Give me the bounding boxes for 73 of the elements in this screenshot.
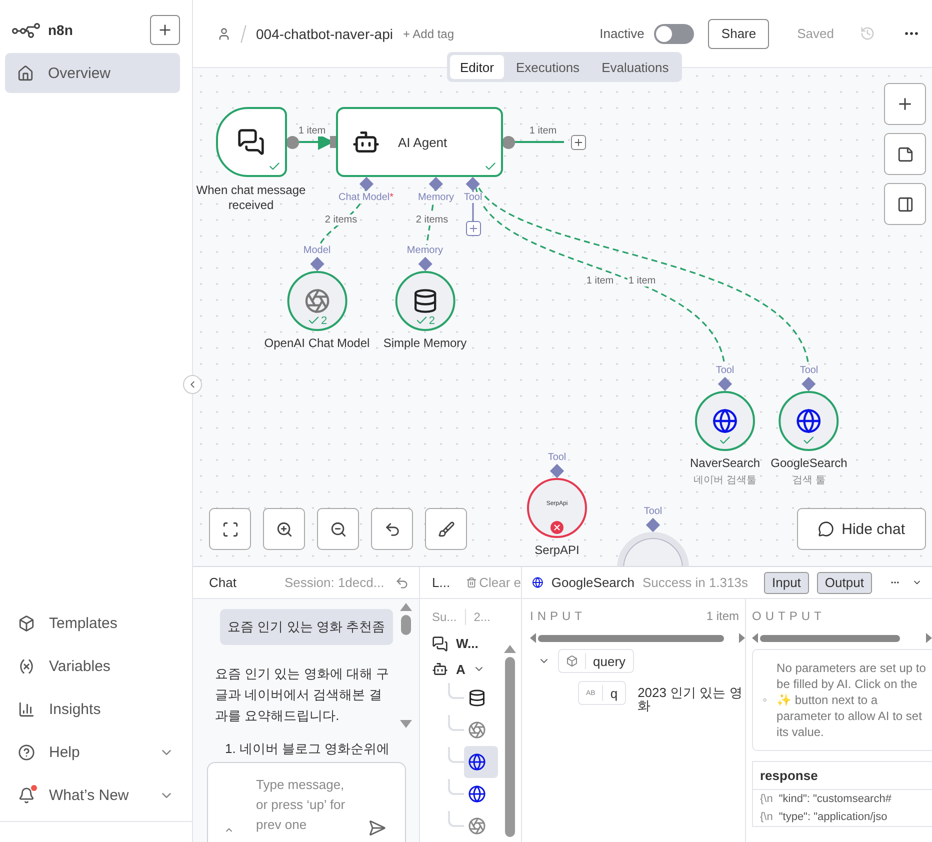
node-title: AI Agent	[398, 134, 448, 150]
nav-label: Templates	[49, 614, 118, 632]
port-label: Tool	[464, 192, 482, 203]
list-item: 1. 네이버 블로그 영화순위에	[225, 740, 391, 758]
node-label: SerpAPI	[534, 543, 580, 557]
run-count: 2	[428, 314, 436, 326]
table-cell: "kind": "customsearch#	[778, 793, 892, 805]
run-status: Success in 1.313s	[642, 575, 748, 590]
node-title: GoogleSearch	[551, 575, 634, 590]
view-tab[interactable]: Executions	[506, 55, 590, 79]
info-text: No parameters are set up to be filled by AI. Click on the ✨ button next to a parameter to allow AI to set its value.	[776, 660, 927, 740]
field-name: query	[558, 649, 634, 673]
log-entry[interactable]: A	[420, 656, 521, 682]
table-cell: "type": "application/jso	[778, 811, 888, 823]
nav-item[interactable]: Templates	[0, 603, 192, 643]
nav-item[interactable]: Insights	[0, 689, 192, 729]
add-tag-link[interactable]: + Add tag	[402, 26, 454, 40]
summary-text: 2...	[474, 610, 490, 624]
column-header: response	[753, 762, 932, 790]
port-label: Memory	[418, 192, 454, 203]
node-label: Simple Memory	[383, 336, 467, 350]
node-label: GoogleSearch	[770, 456, 848, 470]
table-cell: {\n	[760, 811, 773, 823]
node-subtitle: 검색 툴	[792, 474, 826, 487]
log-label: A	[456, 662, 466, 677]
session-label: Session: 1decd...	[284, 575, 384, 590]
panel-title: Chat	[209, 575, 236, 590]
edge-label: 1 item	[297, 126, 327, 136]
nav-label: Insights	[49, 700, 102, 718]
logo-text: n8n	[48, 22, 73, 38]
nav-label: Variables	[49, 658, 112, 674]
edge-label: 1 item	[585, 276, 615, 286]
panel-title: L...	[432, 575, 450, 590]
section-heading: INPUT	[530, 609, 586, 623]
workflow-title[interactable]: 004-chatbot-naver-api	[256, 26, 393, 42]
bot-message: 요즘 인기 있는 영화에 대해 구글과 네이버에서 검색해본 결과를 요약해드립니다.	[215, 665, 390, 725]
hide-chat-button[interactable]: Hide chat	[796, 508, 926, 550]
save-status: Saved	[797, 26, 834, 41]
nav-item[interactable]: Help	[0, 732, 192, 772]
log-entry[interactable]: W...	[420, 631, 521, 656]
status-label: Inactive	[600, 26, 644, 41]
port-label: Tool	[548, 452, 566, 464]
nav-label: What’s New	[49, 786, 130, 804]
share-button[interactable]: Share	[708, 18, 770, 48]
view-toggle[interactable]: Output	[816, 572, 872, 594]
edge-label: 1 item	[627, 276, 657, 286]
item-count: 1 item	[706, 609, 739, 623]
view-tab[interactable]: Evaluations	[592, 55, 679, 79]
view-toggle[interactable]: Input	[764, 572, 809, 594]
edge-label: 2 items	[324, 214, 358, 226]
section-heading: OUTPUT	[752, 609, 826, 623]
nav-item[interactable]: What’s New	[0, 775, 192, 815]
log-label: W...	[456, 636, 478, 652]
summary-text: Su...	[432, 610, 457, 624]
field-value: 2023 인기 있는 영화	[638, 686, 744, 712]
nav-label: Overview	[48, 64, 111, 82]
nav-item[interactable]: Variables	[0, 646, 192, 686]
nav-label: Help	[49, 744, 81, 760]
node-subtitle: 네이버 검색툴	[694, 474, 756, 487]
run-count: 2	[320, 314, 328, 326]
port-label: Memory	[406, 245, 444, 257]
edge-label: 1 item	[528, 126, 558, 136]
edge-label: 2 items	[414, 214, 450, 226]
port-label: Chat Model*	[338, 192, 394, 203]
node-label: NaverSearch	[690, 456, 760, 470]
table-cell: {\n	[760, 793, 773, 805]
user-message: 요즘 인기 있는 영화 추천좀	[220, 609, 393, 645]
node-label: When chat message received	[195, 183, 307, 213]
view-tab[interactable]: Editor	[450, 55, 504, 79]
message-field[interactable]: Type message, or press ‘up’ for prev one	[207, 762, 406, 842]
node-label: OpenAI Chat Model	[264, 336, 370, 350]
nav-item[interactable]: Overview	[5, 53, 180, 93]
agent-node[interactable]: AI Agent	[336, 107, 503, 177]
